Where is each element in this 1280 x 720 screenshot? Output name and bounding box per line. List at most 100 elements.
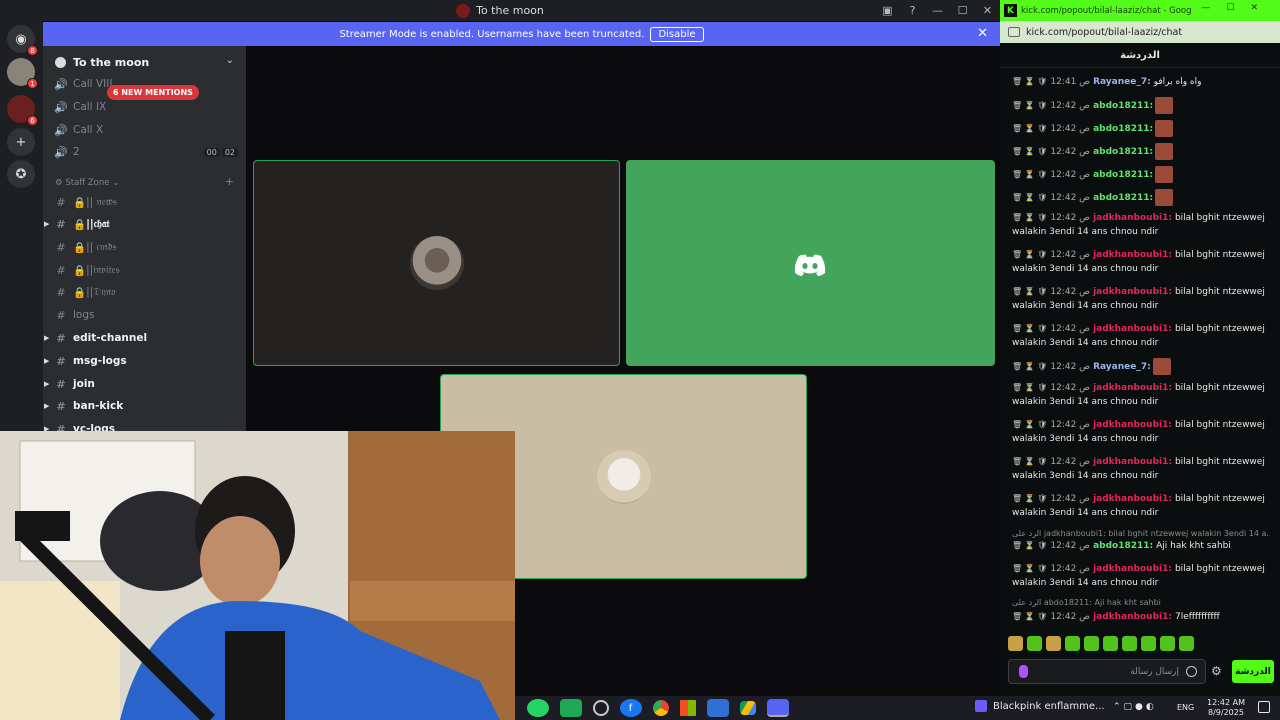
moderation-icons[interactable]: 🗑 ⏳ 🛡 [1012,612,1047,621]
chat-username[interactable]: Rayanee_7: [1093,362,1151,372]
chat-message[interactable]: 🗑 ⏳ 🛡 12:42 ص abdo18211: [1012,120,1270,137]
facebook-icon[interactable]: f [619,699,642,717]
chat-username[interactable]: jadkhanboubi1: [1093,612,1172,622]
participant-tile[interactable] [626,160,995,366]
emote-button[interactable] [1141,636,1156,651]
drive-icon[interactable] [739,701,756,715]
reply-preview[interactable]: الرد على abdo18211: Aji hak kht sahbi [1012,598,1270,607]
app-icon[interactable] [559,699,582,717]
moderation-icons[interactable]: 🗑 ⏳ 🛡 [1012,420,1047,429]
chat-message[interactable]: 🗑 ⏳ 🛡 12:42 ص Rayanee_7: [1012,358,1270,375]
emote-button[interactable] [1046,636,1061,651]
explore-icon[interactable]: ✪ [7,160,35,188]
text-channel[interactable]: # 🔒 || 𝔫𝔢𝔴𝔰 [53,192,238,212]
emote-button[interactable] [1160,636,1175,651]
text-channel[interactable]: # 🔒 ||𝔦𝔫𝔳𝔦𝔱𝔢𝔰 [53,260,238,280]
moderation-icons[interactable]: 🗑 ⏳ 🛡 [1012,494,1047,503]
discord-taskbar-icon[interactable] [766,699,789,717]
moderation-icons[interactable]: 🗑 ⏳ 🛡 [1012,324,1047,333]
chat-username[interactable]: abdo18211: [1093,193,1153,203]
site-info-icon[interactable] [1008,27,1020,37]
chat-username[interactable]: jadkhanboubi1: [1093,383,1172,393]
chat-message[interactable]: 🗑 ⏳ 🛡 12:42 ص jadkhanboubi1: bilal bghit nt… [1012,322,1270,350]
emote-button[interactable] [1084,636,1099,651]
chat-message[interactable]: 🗑 ⏳ 🛡 12:42 ص jadkhanboubi1: bilal bghit nt… [1012,562,1270,590]
chat-username[interactable]: jadkhanboubi1: [1093,564,1172,574]
chat-message[interactable]: 🗑 ⏳ 🛡 12:42 ص abdo18211: [1012,143,1270,160]
chat-message[interactable]: 🗑 ⏳ 🛡 12:42 ص jadkhanboubi1: bilal bghit nt… [1012,381,1270,409]
text-channel[interactable]: ▶ # 🔒 ||𝔠𝔥𝔞𝔱 [44,214,238,234]
chat-username[interactable]: Rayanee_7: [1093,77,1151,87]
chevron-down-icon[interactable]: ⌄ [226,55,234,66]
server-avatar-1[interactable]: 1 [7,58,38,89]
emote-button[interactable] [1008,636,1023,651]
disable-button[interactable]: Disable [650,26,704,42]
chat-username[interactable]: abdo18211: [1093,147,1153,157]
chrome-icon[interactable] [652,700,669,716]
participant-tile[interactable] [253,160,620,366]
emote-button[interactable] [1122,636,1137,651]
text-channel-msg-logs[interactable]: ▶ # msg-logs [44,351,238,371]
app-icon[interactable] [592,700,609,716]
moderation-icons[interactable]: 🗑 ⏳ 🛡 [1012,124,1047,133]
text-channel-ban-kick[interactable]: ▶ # ban-kick [44,396,238,416]
voice-channel-call-x[interactable]: 🔊 Call X [53,120,238,140]
media-widget[interactable]: Blackpink enflamme... [975,700,1105,712]
direct-messages-icon[interactable]: ◉ 8 [7,25,38,56]
chat-username[interactable]: jadkhanboubi1: [1093,457,1172,467]
chat-message[interactable]: 🗑 ⏳ 🛡 12:42 ص abdo18211: [1012,97,1270,114]
moderation-icons[interactable]: 🗑 ⏳ 🛡 [1012,541,1047,550]
system-tray[interactable]: ⌃▢●◐ [1113,702,1157,712]
text-channel-edit-channel[interactable]: ▶ # edit-channel [44,328,238,348]
minimize-button[interactable]: — [925,4,950,17]
chat-input[interactable]: إرسال رسالة [1008,659,1206,684]
chat-send-button[interactable]: الدردشة [1232,660,1274,683]
chat-message[interactable]: 🗑 ⏳ 🛡 12:42 ص jadkhanboubi1: bilal bghit nt… [1012,418,1270,446]
chat-username[interactable]: abdo18211: [1093,170,1153,180]
add-server-icon[interactable]: + [7,128,35,156]
chat-message[interactable]: 🗑 ⏳ 🛡 12:42 ص jadkhanboubi1: bilal bghit nt… [1012,455,1270,483]
emote-button[interactable] [1065,636,1080,651]
chat-message[interactable]: 🗑 ⏳ 🛡 12:42 ص jadkhanboubi1: bilal bghit nt… [1012,248,1270,276]
moderation-icons[interactable]: 🗑 ⏳ 🛡 [1012,77,1047,86]
server-avatar-2[interactable]: 6 [7,95,38,126]
close-window-button[interactable]: ✕ [975,4,1000,17]
moderation-icons[interactable]: 🗑 ⏳ 🛡 [1012,193,1047,202]
notification-icon[interactable] [1258,701,1270,713]
address-bar[interactable]: kick.com/popout/bilal-laaziz/chat [1000,21,1280,43]
category-staff-zone[interactable]: ⚙ Staff Zone ⌄ [55,178,119,188]
whatsapp-icon[interactable] [526,699,549,717]
chat-message[interactable]: 🗑 ⏳ 🛡 12:42 ص abdo18211: [1012,166,1270,183]
close-icon[interactable]: ✕ [977,26,988,41]
reply-preview[interactable]: الرد على jadkhanboubi1: bilal bghit ntze… [1012,529,1270,538]
moderation-icons[interactable]: 🗑 ⏳ 🛡 [1012,362,1047,371]
chat-username[interactable]: jadkhanboubi1: [1093,494,1172,504]
chat-username[interactable]: jadkhanboubi1: [1093,420,1172,430]
chat-message[interactable]: 🗑 ⏳ 🛡 12:42 ص jadkhanboubi1: 7leffffffffff [1012,610,1270,624]
moderation-icons[interactable]: 🗑 ⏳ 🛡 [1012,287,1047,296]
mic-icon[interactable] [1019,665,1028,678]
moderation-icons[interactable]: 🗑 ⏳ 🛡 [1012,564,1047,573]
emote-button[interactable] [1027,636,1042,651]
browser-window-controls[interactable]: —☐✕ [1201,3,1274,13]
microsoft-icon[interactable] [679,700,696,716]
inbox-icon[interactable]: ▣ [875,4,900,17]
voice-channel-call-ix[interactable]: 🔊 Call IX [53,97,238,117]
emoji-icon[interactable] [1186,666,1197,677]
chat-message[interactable]: 🗑 ⏳ 🛡 12:42 ص jadkhanboubi1: bilal bghit nt… [1012,285,1270,313]
moderation-icons[interactable]: 🗑 ⏳ 🛡 [1012,213,1047,222]
chat-message[interactable]: 🗑 ⏳ 🛡 12:42 ص jadkhanboubi1: bilal bghit nt… [1012,211,1270,239]
moderation-icons[interactable]: 🗑 ⏳ 🛡 [1012,250,1047,259]
chat-username[interactable]: abdo18211: [1093,124,1153,134]
emote-button[interactable] [1179,636,1194,651]
moderation-icons[interactable]: 🗑 ⏳ 🛡 [1012,170,1047,179]
moderation-icons[interactable]: 🗑 ⏳ 🛡 [1012,147,1047,156]
add-channel-icon[interactable]: + [225,175,234,188]
chat-username[interactable]: jadkhanboubi1: [1093,213,1172,223]
chat-username[interactable]: abdo18211: [1093,541,1153,551]
chat-username[interactable]: jadkhanboubi1: [1093,250,1172,260]
text-channel-logs[interactable]: # logs [53,305,238,325]
chat-username[interactable]: abdo18211: [1093,101,1153,111]
chat-username[interactable]: jadkhanboubi1: [1093,324,1172,334]
language-indicator[interactable]: ENG [1177,703,1194,712]
